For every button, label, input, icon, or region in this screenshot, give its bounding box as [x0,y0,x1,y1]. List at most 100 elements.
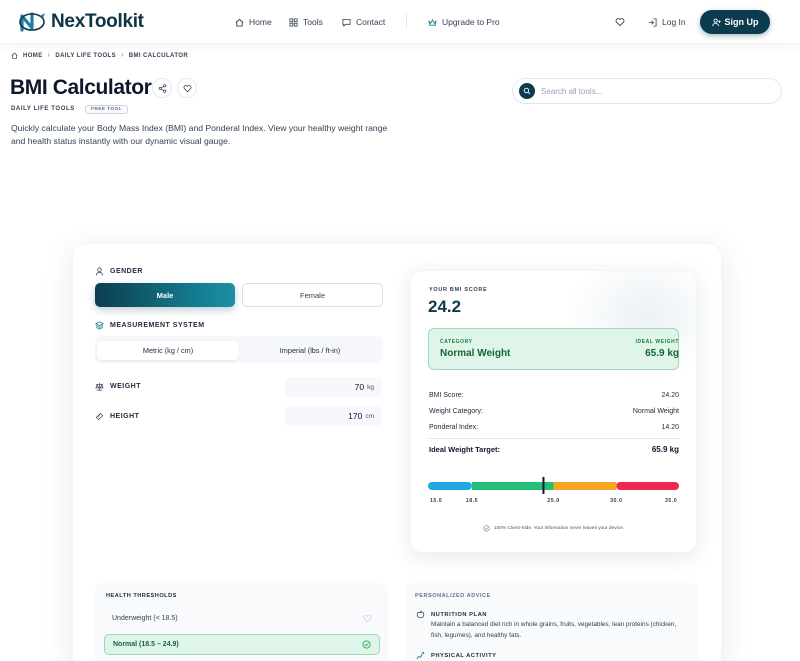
gauge-tick-label: 25.0 [547,498,560,504]
nav-tools-label: Tools [303,17,323,27]
home-icon [235,18,244,27]
ponderal-index-row-label: Ponderal Index: [429,424,479,431]
threshold-normal-label: Normal (18.5 – 24.9) [113,641,179,648]
logo[interactable]: NexToolkit [18,10,144,34]
weight-category-row-label: Weight Category: [429,408,483,415]
height-unit: cm [365,412,374,420]
magnifier-glyph [523,87,531,95]
thresholds-title: HEALTH THRESHOLDS [106,593,177,599]
category-label: CATEGORY [440,339,473,345]
brand-name: NexToolkit [51,11,144,32]
tool-description: Quickly calculate your Body Mass Index (… [11,123,388,146]
measurement-label: MEASUREMENT SYSTEM [110,322,205,329]
breadcrumb-current: BMI CALCULATOR [128,52,189,59]
free-tool-badge: FREE TOOL [85,105,128,114]
favorite-tool-button[interactable] [177,78,197,98]
weight-section-label: WEIGHT [95,382,141,391]
weight-unit: kg [367,383,374,391]
chevron-right-icon: › [120,52,124,59]
nav-home[interactable]: Home [235,0,272,44]
login-label: Log In [662,17,686,27]
nutrition-text: Maintain a balanced diet rich in whole g… [431,621,677,639]
advice-title: PERSONALIZED ADVICE [415,593,491,599]
gauge-segment [428,482,472,490]
crown-icon [428,18,437,26]
ideal-target-value: 65.9 kg [651,445,679,454]
nav-home-label: Home [249,17,272,27]
breadcrumb: HOME › DAILY LIFE TOOLS › BMI CALCULATOR [11,52,188,59]
category-value: Normal Weight [440,348,511,359]
measurement-section-label: MEASUREMENT SYSTEM [95,321,205,330]
weight-input[interactable] [314,382,365,392]
check-circle-icon [362,640,371,649]
search-input[interactable] [541,86,761,96]
nutrition-title: NUTRITION PLAN [431,611,487,618]
ideal-weight-value: 65.9 kg [645,348,679,359]
gender-label: GENDER [110,268,143,275]
home-icon [11,52,18,59]
gauge-tick-label: 18.5 [465,498,479,504]
share-button[interactable] [152,78,172,98]
heart-icon [363,615,372,623]
activity-heading: PHYSICAL ACTIVITY [416,651,497,660]
nav-contact[interactable]: Contact [342,0,385,44]
bmi-score-row-label: BMI Score: [429,392,464,399]
login-icon [648,17,657,27]
breadcrumb-category[interactable]: DAILY LIFE TOOLS [55,53,116,59]
heart-icon [615,18,625,27]
tool-category: DAILY LIFE TOOLS [11,106,75,112]
metric-option[interactable]: Metric (kg / cm) [97,341,239,360]
layers-icon [95,321,104,330]
signup-button[interactable]: Sign Up [700,10,770,34]
check-circle-icon [483,525,490,532]
logo-icon [19,12,45,32]
nutrition-heading: NUTRITION PLAN [416,610,487,619]
gauge-tick-label: 30.0 [610,498,623,504]
favorites-button[interactable] [615,0,625,44]
nav-contact-label: Contact [356,17,386,27]
search-icon[interactable] [519,83,535,99]
bmi-score-row-value: 24.20 [661,392,679,399]
user-plus-icon [711,18,721,26]
ponderal-index-row-value: 14.20 [661,424,679,431]
tool-search [512,78,782,104]
gender-male-button[interactable]: Male [95,283,235,307]
gauge-segment [553,482,617,490]
login-link[interactable]: Log In [648,0,686,44]
nav-divider [406,14,407,29]
signup-label: Sign Up [724,17,759,27]
nav-upgrade[interactable]: Upgrade to Pro [428,0,500,44]
gauge-tick-label: 15.0 [429,498,443,504]
page-title: BMI Calculator [10,76,152,99]
privacy-text: 100% Client-Side. Your information never… [493,526,625,531]
gender-female-button[interactable]: Female [242,283,383,307]
nav-tools[interactable]: Tools [289,0,323,44]
gauge-segment [471,482,554,490]
activity-title: PHYSICAL ACTIVITY [431,652,497,659]
threshold-underweight[interactable]: Underweight (< 18.5) [104,608,380,629]
gauge-segment [616,482,679,490]
apple-icon [416,610,425,619]
threshold-underweight-label: Underweight (< 18.5) [112,615,178,622]
share-icon [158,83,166,93]
threshold-normal[interactable]: Normal (18.5 – 24.9) [104,634,380,655]
gauge-tick-label: 35.0 [664,498,678,504]
bmi-score-value: 24.2 [428,297,462,316]
chevron-right-icon: › [47,52,51,59]
height-field: cm [285,406,382,426]
ideal-target-label: Ideal Weight Target: [429,445,500,454]
height-input[interactable] [312,411,363,421]
result-divider [428,438,679,439]
heart-icon [183,84,191,92]
top-header: NexToolkit Home Tools Contact Upgrade to… [0,0,800,44]
user-icon [95,267,104,276]
height-section-label: HEIGHT [95,412,139,421]
scale-icon [95,382,104,391]
ruler-icon [95,412,104,421]
privacy-note: 100% Client-Side. Your information never… [410,525,697,532]
imperial-option[interactable]: Imperial (lbs / ft-in) [240,341,380,360]
bmi-gauge [428,477,679,494]
height-label: HEIGHT [110,413,140,420]
weight-field: kg [285,377,382,397]
breadcrumb-home[interactable]: HOME [23,53,43,59]
